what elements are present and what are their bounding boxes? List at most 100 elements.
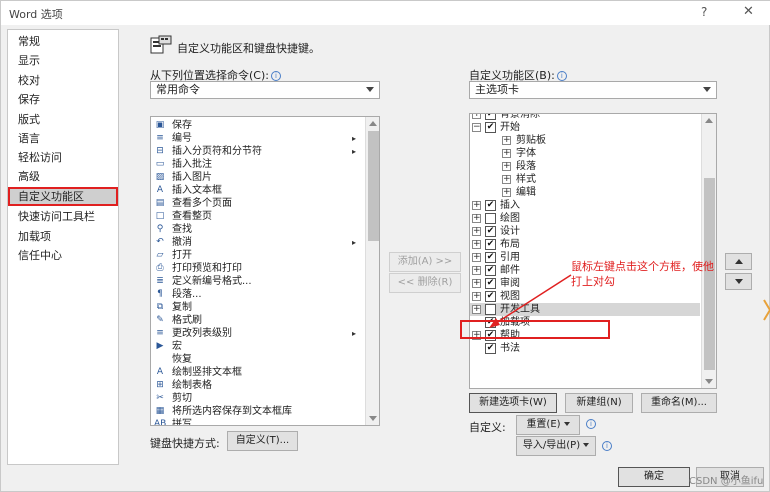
- expand-icon[interactable]: +: [472, 279, 481, 288]
- expand-icon[interactable]: +: [502, 149, 511, 158]
- command-list-item[interactable]: ▭ 插入批注: [151, 158, 365, 171]
- nav-item[interactable]: 快速访问工具栏: [8, 207, 118, 226]
- expand-icon[interactable]: +: [472, 114, 481, 119]
- ribbon-tree-item[interactable]: + 样式: [470, 173, 700, 186]
- nav-item[interactable]: 轻松访问: [8, 148, 118, 167]
- tab-checkbox[interactable]: ✔: [485, 200, 496, 211]
- command-list-item[interactable]: ⚲ 查找: [151, 223, 365, 236]
- command-list-item[interactable]: 恢复: [151, 353, 365, 366]
- expand-icon[interactable]: +: [472, 240, 481, 249]
- ribbon-tree-scrollbar[interactable]: [701, 114, 716, 388]
- expand-icon[interactable]: +: [502, 162, 511, 171]
- tab-checkbox[interactable]: ✔: [485, 122, 496, 133]
- tab-checkbox[interactable]: [485, 213, 496, 224]
- new-tab-button[interactable]: 新建选项卡(W): [469, 393, 557, 413]
- remove-button[interactable]: << 删除(R): [389, 273, 461, 293]
- expand-icon[interactable]: +: [472, 227, 481, 236]
- add-button[interactable]: 添加(A) >>: [389, 252, 461, 272]
- command-list-item[interactable]: ✎ 格式刷: [151, 314, 365, 327]
- tab-checkbox[interactable]: ✔: [485, 226, 496, 237]
- ribbon-tree-item[interactable]: + ✔ 背景消除: [470, 114, 700, 121]
- nav-item[interactable]: 保存: [8, 90, 118, 109]
- scroll-down-icon[interactable]: [369, 416, 377, 421]
- nav-item[interactable]: 常规: [8, 32, 118, 51]
- tab-checkbox[interactable]: ✔: [485, 252, 496, 263]
- move-up-button[interactable]: [725, 253, 752, 270]
- collapse-icon[interactable]: −: [472, 123, 481, 132]
- expand-icon[interactable]: +: [472, 201, 481, 210]
- ribbon-tree-item[interactable]: ✔ 书法: [470, 342, 700, 355]
- commands-scrollbar[interactable]: [365, 117, 379, 425]
- expand-icon[interactable]: +: [502, 175, 511, 184]
- command-list-item[interactable]: ⊟ 插入分页符和分节符 ▸: [151, 145, 365, 158]
- ok-button[interactable]: 确定: [618, 467, 690, 487]
- new-group-button[interactable]: 新建组(N): [565, 393, 633, 413]
- scroll-down-icon[interactable]: [705, 379, 713, 384]
- command-label: 定义新编号格式...: [172, 276, 252, 287]
- command-list-item[interactable]: □ 查看整页: [151, 210, 365, 223]
- command-list-item[interactable]: ▱ 打开: [151, 249, 365, 262]
- move-down-button[interactable]: [725, 273, 752, 290]
- scroll-thumb[interactable]: [368, 131, 379, 241]
- rename-button[interactable]: 重命名(M)...: [641, 393, 717, 413]
- ribbon-tree-item[interactable]: − ✔ 开始: [470, 121, 700, 134]
- command-list-item[interactable]: ¶ 段落...: [151, 288, 365, 301]
- customize-keyboard-button[interactable]: 自定义(T)...: [227, 431, 298, 451]
- close-icon[interactable]: ✕: [743, 4, 754, 19]
- scroll-up-icon[interactable]: [705, 118, 713, 123]
- command-list-item[interactable]: ⎙ 打印预览和打印: [151, 262, 365, 275]
- command-list-item[interactable]: ⊞ 绘制表格: [151, 379, 365, 392]
- ribbon-tree-item[interactable]: + ✔ 设计: [470, 225, 700, 238]
- tab-checkbox[interactable]: ✔: [485, 114, 496, 120]
- ribbon-tree-item[interactable]: + 段落: [470, 160, 700, 173]
- expand-icon[interactable]: +: [502, 136, 511, 145]
- ribbon-tree-item[interactable]: + 编辑: [470, 186, 700, 199]
- import-export-button[interactable]: 导入/导出(P): [516, 436, 596, 456]
- command-list-item[interactable]: ▤ 查看多个页面: [151, 197, 365, 210]
- command-list-item[interactable]: ≡ 更改列表级别 ▸: [151, 327, 365, 340]
- nav-item[interactable]: 校对: [8, 71, 118, 90]
- expand-icon[interactable]: +: [472, 305, 481, 314]
- command-list-item[interactable]: ▣ 保存: [151, 119, 365, 132]
- scroll-up-icon[interactable]: [369, 121, 377, 126]
- nav-item[interactable]: 显示: [8, 51, 118, 70]
- expand-icon[interactable]: +: [472, 292, 481, 301]
- tab-checkbox[interactable]: ✔: [485, 343, 496, 354]
- command-list-item[interactable]: ↶ 撤消 ▸: [151, 236, 365, 249]
- command-list-item[interactable]: ✂ 剪切: [151, 392, 365, 405]
- ribbon-tree-item[interactable]: + ✔ 插入: [470, 199, 700, 212]
- customize-ribbon-dropdown[interactable]: 主选项卡: [469, 81, 717, 99]
- commands-listbox[interactable]: ▣ 保存 ≡ 编号 ▸ ⊟ 插入分页符和分节符 ▸ ▭ 插入批注 ▨ 插入图片 A 插入文本框 ▤ 查看多个页…: [150, 116, 380, 426]
- command-list-item[interactable]: ▶ 宏: [151, 340, 365, 353]
- expand-icon[interactable]: +: [502, 188, 511, 197]
- nav-item[interactable]: 加载项: [8, 227, 118, 246]
- choose-commands-dropdown[interactable]: 常用命令: [150, 81, 380, 99]
- expand-icon[interactable]: +: [472, 214, 481, 223]
- nav-item[interactable]: 自定义功能区: [8, 187, 118, 206]
- command-list-item[interactable]: ⧉ 复制: [151, 301, 365, 314]
- ribbon-tree-item[interactable]: + 剪贴板: [470, 134, 700, 147]
- command-list-item[interactable]: ≣ 定义新编号格式...: [151, 275, 365, 288]
- reset-button[interactable]: 重置(E): [516, 415, 580, 435]
- command-list-item[interactable]: ≡ 编号 ▸: [151, 132, 365, 145]
- nav-item[interactable]: 语言: [8, 129, 118, 148]
- nav-item[interactable]: 信任中心: [8, 246, 118, 265]
- tab-checkbox[interactable]: ✔: [485, 239, 496, 250]
- undo-icon: ↶: [156, 237, 164, 247]
- command-list-item[interactable]: ▦ 将所选内容保存到文本框库: [151, 405, 365, 418]
- command-list-item[interactable]: A 绘制竖排文本框: [151, 366, 365, 379]
- command-list-item[interactable]: AB 拼写: [151, 418, 365, 425]
- chevron-down-icon: [563, 422, 570, 426]
- command-list-item[interactable]: ▨ 插入图片: [151, 171, 365, 184]
- ribbon-tree-item[interactable]: + ✔ 布局: [470, 238, 700, 251]
- command-list-item[interactable]: A 插入文本框: [151, 184, 365, 197]
- nav-item[interactable]: 高级: [8, 167, 118, 186]
- draw-table-icon: ⊞: [156, 380, 164, 390]
- nav-item[interactable]: 版式: [8, 110, 118, 129]
- help-icon[interactable]: ?: [701, 5, 707, 19]
- expand-icon[interactable]: +: [472, 253, 481, 262]
- expand-icon[interactable]: +: [472, 266, 481, 275]
- ribbon-tabs-tree[interactable]: + ✔ 背景消除 − ✔ 开始 + 剪贴板 + 字体 + 段落 + 样式 + 编辑 + ✔ 插入 + 绘图 + ✔ 设计 + ✔ 布…: [469, 113, 717, 389]
- ribbon-tree-item[interactable]: + 绘图: [470, 212, 700, 225]
- ribbon-tree-item[interactable]: + 字体: [470, 147, 700, 160]
